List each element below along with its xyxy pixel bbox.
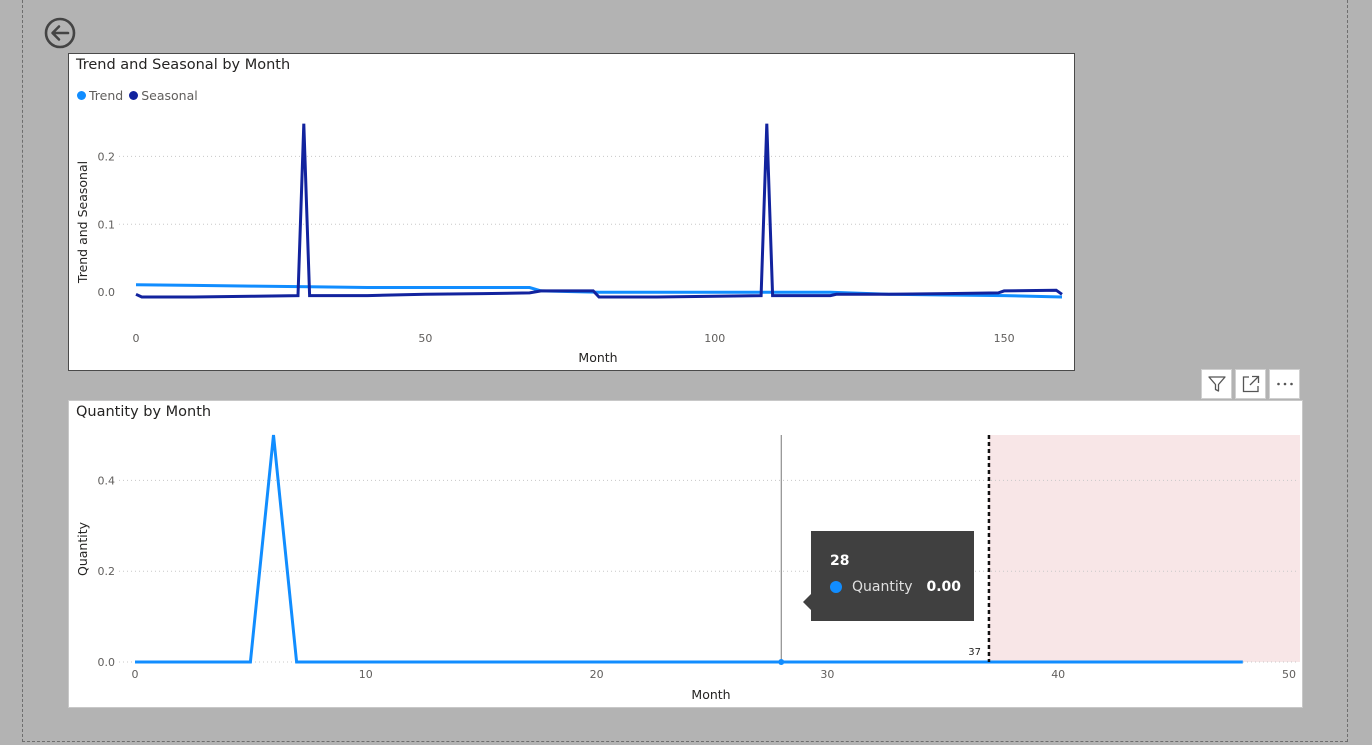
y-tick-label: 0.4 [98, 474, 116, 487]
y-tick-label: 0.1 [98, 218, 116, 231]
hover-tooltip: 28 Quantity 0.00 [803, 531, 974, 621]
x-tick-label: 100 [704, 332, 725, 345]
x-tick-label: 50 [418, 332, 432, 345]
tooltip-series-dot-icon [830, 581, 842, 593]
more-options-button[interactable] [1269, 369, 1300, 399]
y-axis-title: Quantity [75, 521, 90, 576]
visual-header [1201, 369, 1300, 400]
forecast-start-label: 37 [968, 647, 981, 658]
more-options-icon [1276, 382, 1293, 386]
y-tick-label: 0.0 [98, 286, 116, 299]
y-tick-label: 0.2 [98, 565, 116, 578]
filter-button[interactable] [1201, 369, 1232, 399]
x-tick-label: 50 [1282, 668, 1296, 681]
x-tick-label: 0 [132, 668, 139, 681]
quantity-visual[interactable]: Quantity by Month 0.0 0.2 0.4 0 10 20 30 40 50 Mo… [68, 400, 1303, 708]
y-axis-title: Trend and Seasonal [75, 161, 90, 284]
x-tick-label: 0 [133, 332, 140, 345]
tooltip-title: 28 [830, 553, 850, 569]
quantity-plot: 0.0 0.2 0.4 0 10 20 30 40 50 Month Quantity 37 [75, 434, 1300, 702]
x-axis-title: Month [578, 350, 617, 365]
x-tick-label: 30 [820, 668, 834, 681]
tooltip-series-label: Quantity [852, 579, 913, 595]
circle-arrow-left-icon [44, 17, 76, 49]
y-tick-label: 0.2 [98, 150, 116, 163]
x-tick-label: 20 [590, 668, 604, 681]
filter-icon [1207, 376, 1226, 392]
forecast-band [988, 435, 1300, 662]
series-line-seasonal [135, 123, 1063, 299]
back-button[interactable] [44, 17, 76, 49]
trend-seasonal-plot: 0.0 0.1 0.2 0 50 100 150 Month Trend and Seasona… [75, 123, 1069, 365]
trend-seasonal-visual[interactable]: Trend and Seasonal by Month Trend Season… [68, 53, 1075, 371]
x-tick-label: 10 [359, 668, 373, 681]
x-tick-label: 150 [994, 332, 1015, 345]
y-tick-label: 0.0 [98, 656, 116, 669]
focus-mode-button[interactable] [1235, 369, 1266, 399]
x-axis-title: Month [691, 687, 730, 702]
hover-point [778, 659, 785, 665]
tooltip-value: 0.00 [926, 579, 962, 595]
x-tick-label: 40 [1051, 668, 1065, 681]
tooltip-row: Quantity 0.00 [830, 579, 974, 595]
focus-mode-icon [1242, 375, 1259, 393]
